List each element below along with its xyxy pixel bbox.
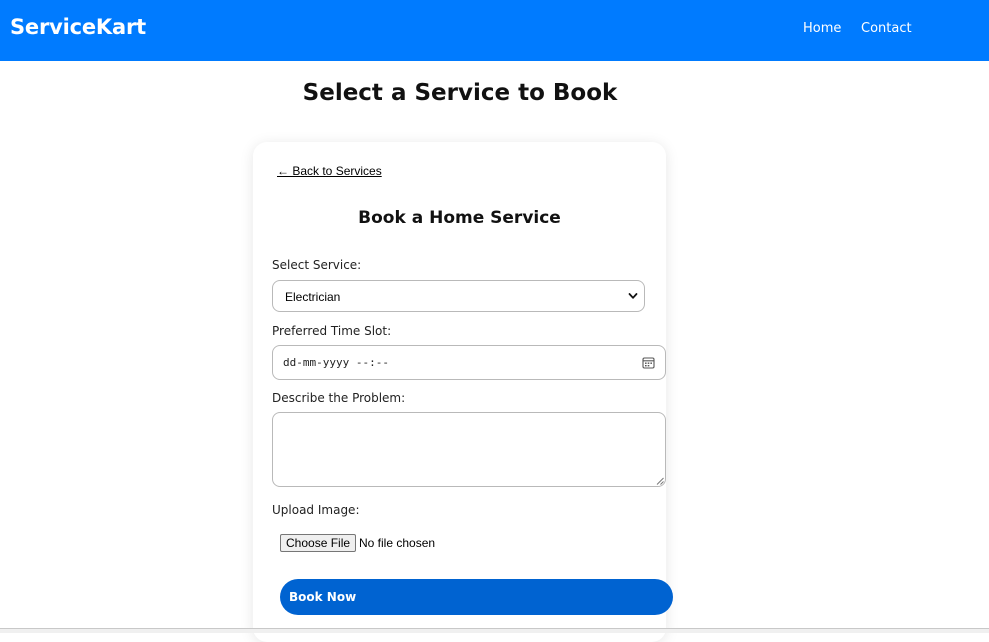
book-now-button[interactable]: Book Now	[280, 579, 673, 615]
problem-label: Describe the Problem:	[272, 391, 406, 405]
page-title: Select a Service to Book	[302, 80, 618, 106]
calendar-icon[interactable]	[642, 356, 655, 369]
file-status-text: No file chosen	[359, 536, 436, 550]
form-title: Book a Home Service	[358, 208, 561, 228]
time-slot-label: Preferred Time Slot:	[272, 324, 392, 338]
chevron-down-icon	[628, 293, 638, 299]
nav-link-home[interactable]: Home	[803, 21, 841, 36]
window-bottom-edge	[0, 628, 989, 633]
upload-label: Upload Image:	[272, 503, 360, 517]
service-select-value: Electrician	[285, 290, 341, 304]
time-slot-placeholder: dd-mm-yyyy --:--	[283, 356, 389, 369]
top-navbar: ServiceKart Home Contact	[0, 0, 989, 61]
choose-file-button[interactable]: Choose File	[280, 534, 357, 552]
resize-handle-icon[interactable]	[656, 477, 664, 485]
back-to-services-link[interactable]: ← Back to Services	[277, 164, 382, 178]
time-slot-input[interactable]: dd-mm-yyyy --:--	[272, 345, 666, 380]
problem-textarea[interactable]	[272, 412, 666, 487]
service-label: Select Service:	[272, 258, 362, 272]
brand-logo[interactable]: ServiceKart	[10, 15, 146, 39]
nav-link-contact[interactable]: Contact	[861, 21, 912, 36]
service-select[interactable]: Electrician	[272, 280, 645, 312]
book-now-label: Book Now	[289, 590, 357, 604]
